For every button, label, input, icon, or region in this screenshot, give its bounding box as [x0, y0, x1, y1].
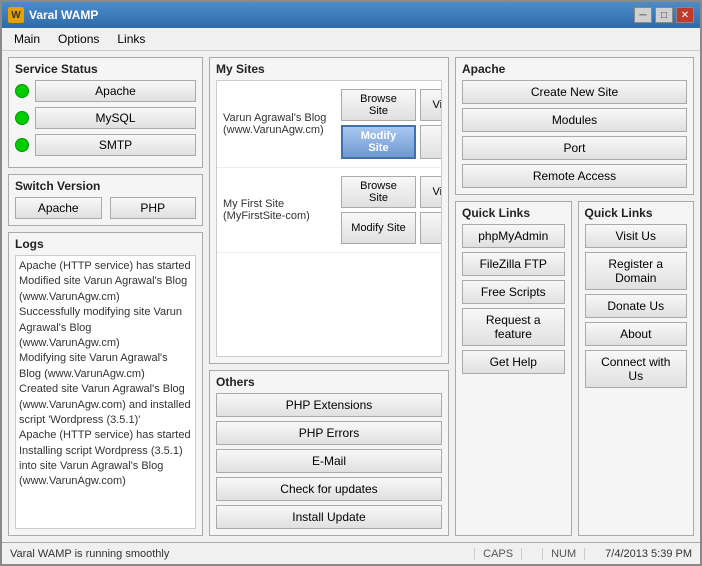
- apache-buttons: Create New Site Modules Port Remote Acce…: [462, 80, 687, 188]
- site-1-buttons: Browse Site View Files Modify Site Insta…: [341, 89, 442, 159]
- menu-bar: Main Options Links: [2, 28, 700, 51]
- logs-panel: Logs Apache (HTTP service) has started M…: [8, 232, 203, 536]
- switch-apache-button[interactable]: Apache: [15, 197, 102, 219]
- create-new-site-button[interactable]: Create New Site: [462, 80, 687, 104]
- maximize-button[interactable]: □: [655, 7, 673, 23]
- phpmyadmin-button[interactable]: phpMyAdmin: [462, 224, 565, 248]
- smtp-status-dot: [15, 138, 29, 152]
- status-bar: Varal WAMP is running smoothly CAPS NUM …: [2, 542, 700, 564]
- site-2-entry: My First Site (MyFirstSite-com) Browse S…: [217, 168, 441, 253]
- site-2-browse-button[interactable]: Browse Site: [341, 176, 416, 208]
- title-controls: ─ □ ✕: [634, 7, 694, 23]
- free-scripts-button[interactable]: Free Scripts: [462, 280, 565, 304]
- php-errors-button[interactable]: PHP Errors: [216, 421, 442, 445]
- menu-main[interactable]: Main: [6, 30, 48, 48]
- menu-options[interactable]: Options: [50, 30, 107, 48]
- my-sites-label: My Sites: [216, 62, 442, 76]
- service-mysql-row: MySQL: [15, 107, 196, 129]
- php-extensions-button[interactable]: PHP Extensions: [216, 393, 442, 417]
- column-2: My Sites Varun Agrawal's Blog (www.Varun…: [209, 57, 449, 536]
- sites-scroll-area[interactable]: Varun Agrawal's Blog (www.VarunAgw.cm) B…: [216, 80, 442, 357]
- column-3: Apache Create New Site Modules Port Remo…: [455, 57, 694, 536]
- site-1-modify-button[interactable]: Modify Site: [341, 125, 416, 159]
- about-button[interactable]: About: [585, 322, 688, 346]
- others-label: Others: [216, 375, 442, 389]
- my-sites-panel: My Sites Varun Agrawal's Blog (www.Varun…: [209, 57, 449, 364]
- quick-links-2-label: Quick Links: [585, 206, 688, 220]
- site-1-row-2: Modify Site Install Script: [341, 125, 442, 159]
- status-datetime: 7/4/2013 5:39 PM: [605, 548, 692, 560]
- request-feature-button[interactable]: Request a feature: [462, 308, 565, 346]
- install-update-button[interactable]: Install Update: [216, 505, 442, 529]
- site-1-name: Varun Agrawal's Blog (www.VarunAgw.cm): [223, 112, 333, 136]
- quick-links-area: Quick Links phpMyAdmin FileZilla FTP Fre…: [455, 201, 694, 536]
- site-2-row-1: Browse Site View Files: [341, 176, 442, 208]
- switch-version-row: Apache PHP: [15, 197, 196, 219]
- site-2-buttons: Browse Site View Files Modify Site Insta…: [341, 176, 442, 244]
- service-status-panel: Service Status Apache MySQL SMTP: [8, 57, 203, 168]
- menu-links[interactable]: Links: [109, 30, 153, 48]
- site-1-install-button[interactable]: Install Script: [420, 125, 442, 159]
- logs-content[interactable]: Apache (HTTP service) has started Modifi…: [15, 255, 196, 529]
- site-1-entry: Varun Agrawal's Blog (www.VarunAgw.cm) B…: [217, 81, 441, 168]
- num-indicator: NUM: [542, 548, 585, 560]
- service-status-label: Service Status: [15, 62, 196, 76]
- get-help-button[interactable]: Get Help: [462, 350, 565, 374]
- quick-links-2-buttons: Visit Us Register a Domain Donate Us Abo…: [585, 224, 688, 388]
- column-1: Service Status Apache MySQL SMTP Switch …: [8, 57, 203, 536]
- apache-service-button[interactable]: Apache: [35, 80, 196, 102]
- donate-button[interactable]: Donate Us: [585, 294, 688, 318]
- title-bar: W Varal WAMP ─ □ ✕: [2, 2, 700, 28]
- switch-version-panel: Switch Version Apache PHP: [8, 174, 203, 226]
- site-2-name: My First Site (MyFirstSite-com): [223, 198, 333, 222]
- quick-links-1-label: Quick Links: [462, 206, 565, 220]
- main-window: W Varal WAMP ─ □ ✕ Main Options Links Se…: [0, 0, 702, 566]
- port-button[interactable]: Port: [462, 136, 687, 160]
- quick-links-2-panel: Quick Links Visit Us Register a Domain D…: [578, 201, 695, 536]
- mysql-service-button[interactable]: MySQL: [35, 107, 196, 129]
- remote-access-button[interactable]: Remote Access: [462, 164, 687, 188]
- apache-label: Apache: [462, 62, 687, 76]
- window-title: Varal WAMP: [29, 8, 98, 22]
- site-1-viewfiles-button[interactable]: View Files: [420, 89, 442, 121]
- close-button[interactable]: ✕: [676, 7, 694, 23]
- content-area: Service Status Apache MySQL SMTP Switch …: [2, 51, 700, 542]
- visit-us-button[interactable]: Visit Us: [585, 224, 688, 248]
- connect-with-us-button[interactable]: Connect with Us: [585, 350, 688, 388]
- check-updates-button[interactable]: Check for updates: [216, 477, 442, 501]
- service-smtp-row: SMTP: [15, 134, 196, 156]
- site-2-viewfiles-button[interactable]: View Files: [420, 176, 442, 208]
- site-1-row-1: Browse Site View Files: [341, 89, 442, 121]
- service-apache-row: Apache: [15, 80, 196, 102]
- quick-links-1-buttons: phpMyAdmin FileZilla FTP Free Scripts Re…: [462, 224, 565, 374]
- filezilla-ftp-button[interactable]: FileZilla FTP: [462, 252, 565, 276]
- logs-label: Logs: [15, 237, 196, 251]
- smtp-service-button[interactable]: SMTP: [35, 134, 196, 156]
- apache-panel: Apache Create New Site Modules Port Remo…: [455, 57, 694, 195]
- switch-version-label: Switch Version: [15, 179, 196, 193]
- mysql-status-dot: [15, 111, 29, 125]
- register-domain-button[interactable]: Register a Domain: [585, 252, 688, 290]
- apache-status-dot: [15, 84, 29, 98]
- quick-links-1-panel: Quick Links phpMyAdmin FileZilla FTP Fre…: [455, 201, 572, 536]
- title-bar-left: W Varal WAMP: [8, 7, 98, 23]
- site-2-install-button[interactable]: Install Script: [420, 212, 442, 244]
- minimize-button[interactable]: ─: [634, 7, 652, 23]
- switch-php-button[interactable]: PHP: [110, 197, 197, 219]
- site-2-modify-button[interactable]: Modify Site: [341, 212, 416, 244]
- email-button[interactable]: E-Mail: [216, 449, 442, 473]
- status-text: Varal WAMP is running smoothly: [10, 548, 454, 560]
- others-panel: Others PHP Extensions PHP Errors E-Mail …: [209, 370, 449, 536]
- caps-indicator: CAPS: [474, 548, 522, 560]
- modules-button[interactable]: Modules: [462, 108, 687, 132]
- site-1-browse-button[interactable]: Browse Site: [341, 89, 416, 121]
- app-icon: W: [8, 7, 24, 23]
- site-2-row-2: Modify Site Install Script: [341, 212, 442, 244]
- others-buttons: PHP Extensions PHP Errors E-Mail Check f…: [216, 393, 442, 529]
